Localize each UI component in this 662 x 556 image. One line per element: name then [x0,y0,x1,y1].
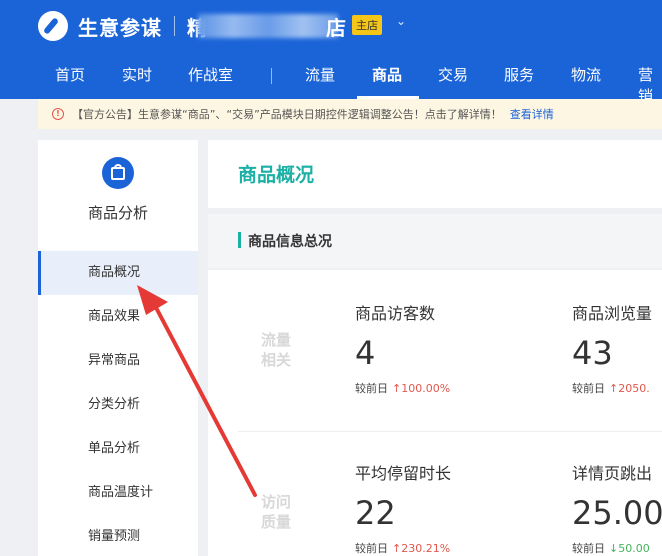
row-label-line: 相关 [260,351,291,369]
sidebar-item-product-overview[interactable]: 商品概况 [38,251,198,295]
brand[interactable]: 生意参谋 精 [38,10,207,42]
announcement-bar: ! 【官方公告】生意参谋“商品”、“交易”产品模块日期控件逻辑调整公告！点击了解… [38,99,662,129]
sidebar-title: 商品分析 [87,204,148,222]
change-value: 230.21% [401,542,451,555]
metric-value: 25.00 [572,494,662,532]
nav-logistics[interactable]: 物流 [571,64,601,85]
chevron-down-icon[interactable]: ⌄ [396,14,406,28]
metric-name: 商品访客数 [355,304,436,323]
metric-compare: 较前日 ↑2050. [572,380,652,396]
nav-service[interactable]: 服务 [504,64,534,85]
change-value: 100.00% [401,382,451,395]
sidebar-item-sales-forecast[interactable]: 销量预测 [38,515,198,556]
brand-name: 生意参谋 [78,15,162,40]
page-header: 商品概况 [208,140,662,208]
alert-icon: ! [52,108,64,120]
sidebar-item-abnormal-products[interactable]: 异常商品 [38,339,198,383]
sidebar: 商品分析 商品概况 商品效果 异常商品 分类分析 单品分析 商品温度计 销量预测 [38,140,198,556]
nav-products[interactable]: 商品 [372,64,402,85]
announcement-text: 【官方公告】生意参谋“商品”、“交易”产品模块日期控件逻辑调整公告！点击了解详情… [72,108,502,121]
metric-product-visitors[interactable]: 商品访客数 4 较前日 ↑100.00% [355,300,450,396]
metric-detail-bounce-rate[interactable]: 详情页跳出 25.00 较前日 ↓50.00 [572,460,662,556]
sidebar-item-single-product[interactable]: 单品分析 [38,427,198,471]
nav-home[interactable]: 首页 [55,64,85,85]
page-title: 商品概况 [238,164,315,186]
metric-name: 平均停留时长 [355,464,452,483]
compare-label: 较前日 [355,382,388,395]
row-label-line: 访问 [260,493,291,511]
metric-value: 43 [572,334,613,372]
row-divider [238,431,662,432]
change-value: 50.00 [618,542,650,555]
row-label-line: 质量 [260,513,291,531]
row-label-line: 流量 [260,331,291,349]
metric-name: 商品浏览量 [572,304,653,323]
nav-traffic[interactable]: 流量 [305,64,335,85]
shop-name-redacted [198,14,338,38]
section-marker [238,232,241,248]
nav-transactions[interactable]: 交易 [438,64,468,85]
metric-compare: 较前日 ↓50.00 [572,540,662,556]
row-label-visit-quality: 访问 质量 [256,492,296,532]
store-badge: 主店 [352,15,382,35]
metrics-panel: 流量 相关 商品访客数 4 较前日 ↑100.00% 商品浏览量 43 较前日 ↑2… [208,270,662,556]
metric-product-pageviews[interactable]: 商品浏览量 43 较前日 ↑2050. [572,300,652,396]
brand-divider [174,16,175,36]
shop-name-suffix: 店 [326,16,346,40]
nav-war-room[interactable]: 作战室 [188,64,233,85]
sidebar-item-product-thermometer[interactable]: 商品温度计 [38,471,198,515]
compare-label: 较前日 [572,542,605,555]
change-up: ↑100.00% [392,382,451,395]
section-header: 商品信息总况 [208,214,662,268]
metric-compare: 较前日 ↑230.21% [355,540,451,556]
section-title: 商品信息总况 [248,234,332,250]
nav-divider [271,68,272,84]
view-details-link[interactable]: 查看详情 [510,106,554,122]
main-nav: 首页 实时 作战室 流量 商品 交易 服务 物流 营销 [0,56,662,105]
metric-compare: 较前日 ↑100.00% [355,380,450,396]
change-up: ↑230.21% [392,542,451,555]
change-down: ↓50.00 [609,542,650,555]
nav-realtime[interactable]: 实时 [122,64,152,85]
metric-name: 详情页跳出 [572,464,653,483]
change-up: ↑2050. [609,382,650,395]
shopping-bag-icon [102,157,134,189]
metric-value: 22 [355,494,396,532]
sidebar-item-product-effect[interactable]: 商品效果 [38,295,198,339]
top-header: 生意参谋 精 店 主店 ⌄ 首页 实时 作战室 流量 商品 交易 服务 物流 营… [0,0,662,105]
compare-label: 较前日 [572,382,605,395]
metric-value: 4 [355,334,376,372]
metric-avg-dwell-time[interactable]: 平均停留时长 22 较前日 ↑230.21% [355,460,451,556]
change-value: 2050. [618,382,650,395]
sidebar-item-category-analysis[interactable]: 分类分析 [38,383,198,427]
compare-label: 较前日 [355,542,388,555]
row-label-traffic: 流量 相关 [256,330,296,370]
compass-logo-icon [38,11,68,41]
